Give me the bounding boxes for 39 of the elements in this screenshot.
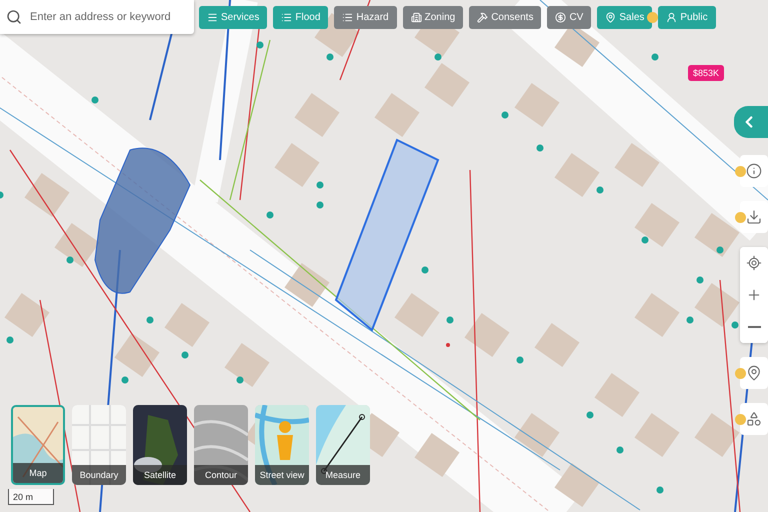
- pin-icon: [746, 365, 762, 381]
- download-button[interactable]: [740, 201, 768, 233]
- layer-button[interactable]: Consents: [469, 6, 542, 29]
- layer-button[interactable]: Services: [199, 6, 268, 29]
- price-marker[interactable]: $853K: [688, 65, 724, 81]
- pin-button[interactable]: [740, 357, 768, 389]
- basemap-tile[interactable]: Boundary: [72, 405, 126, 485]
- lines-icon: [207, 12, 218, 23]
- scale-bar: 20 m: [8, 489, 54, 505]
- basemap-tile[interactable]: Street view: [255, 405, 309, 485]
- locate-button[interactable]: [740, 247, 768, 279]
- shapes-icon: [746, 411, 762, 427]
- layer-button[interactable]: Sales: [597, 6, 652, 29]
- info-icon: [746, 163, 762, 179]
- layer-button[interactable]: Zoning: [402, 6, 464, 29]
- hammer-icon: [477, 12, 488, 23]
- pin-icon: [605, 12, 616, 23]
- person-icon: [666, 12, 678, 23]
- zoom-in-icon: [746, 287, 762, 303]
- basemap-tile[interactable]: Measure: [316, 405, 370, 485]
- layer-button[interactable]: Hazard: [334, 6, 397, 29]
- dollar-circle-icon: [555, 12, 566, 23]
- layer-button[interactable]: CV: [547, 6, 592, 29]
- download-icon: [746, 209, 762, 225]
- locate-icon: [746, 255, 762, 271]
- list-icon: [281, 12, 292, 23]
- zoom-out-button[interactable]: [740, 311, 768, 343]
- building-icon: [410, 12, 422, 23]
- info-button[interactable]: [740, 155, 768, 187]
- search-icon: [6, 9, 22, 25]
- layer-button[interactable]: Public: [658, 6, 716, 29]
- search-box[interactable]: Enter an address or keyword: [0, 0, 194, 34]
- basemap-tile[interactable]: Satellite: [133, 405, 187, 485]
- basemap-tile[interactable]: Map: [11, 405, 65, 485]
- expand-tab[interactable]: [734, 106, 768, 138]
- list-icon: [342, 12, 354, 23]
- layer-button[interactable]: Flood: [273, 6, 328, 29]
- shape-button[interactable]: [740, 403, 768, 435]
- basemap-tile[interactable]: Contour: [194, 405, 248, 485]
